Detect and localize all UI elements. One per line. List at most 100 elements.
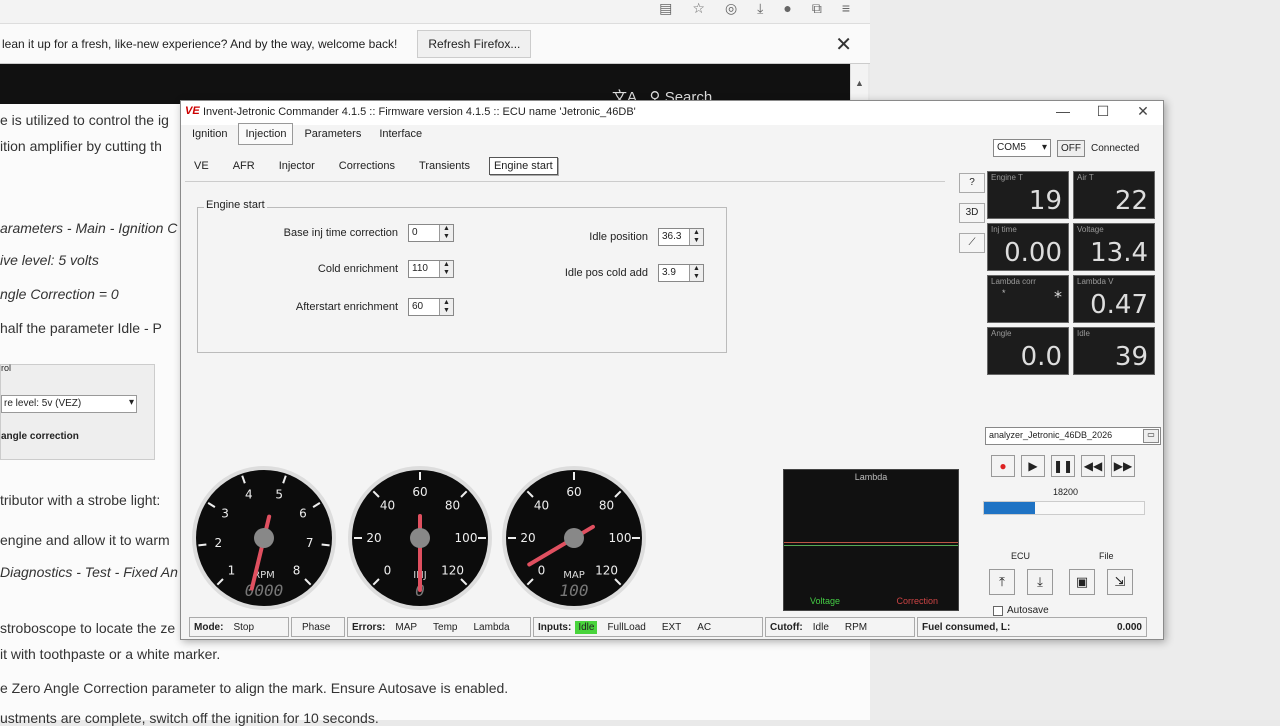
open-file-icon[interactable]: ⇲ <box>1107 569 1133 595</box>
download-icon[interactable]: ⤓ <box>757 0 763 17</box>
field-label: Base inj time correction <box>283 227 398 239</box>
tile-value: 13.4 <box>1090 238 1148 268</box>
spin-up-icon[interactable]: ▲ <box>440 261 453 269</box>
tab-interface[interactable]: Interface <box>372 123 429 145</box>
tab-injection[interactable]: Injection <box>238 123 294 145</box>
gauge-tick-label: 2 <box>214 536 222 550</box>
panel-title: rol <box>1 363 12 373</box>
log-progress-fill <box>984 502 1036 514</box>
log-file-name: analyzer_Jetronic_46DB_2026 <box>989 430 1113 440</box>
article-line: e is utilized to control the ig <box>0 112 169 128</box>
log-progress-bar[interactable] <box>983 501 1145 515</box>
tile-lambda-corr: Lambda corr * * <box>987 275 1069 323</box>
spinner-value[interactable]: 36.3 <box>659 229 689 245</box>
base-inj-time-spinner[interactable]: 0 ▲ ▼ <box>408 224 454 242</box>
log-file-field[interactable]: analyzer_Jetronic_46DB_2026 ▭ <box>985 427 1161 445</box>
spin-up-icon[interactable]: ▲ <box>440 225 453 233</box>
autosave-box[interactable] <box>993 605 1003 616</box>
subtab-transients[interactable]: Transients <box>414 157 475 175</box>
record-icon[interactable]: ● <box>991 455 1015 477</box>
spinner-value[interactable]: 0 <box>409 225 439 241</box>
bookmark-star-icon[interactable]: ☆ <box>692 0 705 17</box>
autosave-checkbox[interactable]: Autosave <box>993 605 1049 616</box>
spin-down-icon[interactable]: ▼ <box>440 307 453 315</box>
spin-up-icon[interactable]: ▲ <box>440 299 453 307</box>
article-text-bottom: it with toothpaste or a white marker. e … <box>0 640 870 726</box>
spin-up-icon[interactable]: ▲ <box>690 265 703 273</box>
minimize-icon[interactable]: — <box>1043 103 1083 119</box>
spin-down-icon[interactable]: ▼ <box>690 273 703 281</box>
inputs-section: Inputs: Idle FullLoad EXT AC <box>533 617 763 637</box>
gauge-tick-label: 7 <box>306 536 314 550</box>
com-port-select[interactable]: COM5 <box>993 139 1051 157</box>
tab-parameters[interactable]: Parameters <box>297 123 368 145</box>
maximize-icon[interactable]: ☐ <box>1083 103 1123 120</box>
subtab-corrections[interactable]: Corrections <box>334 157 400 175</box>
spin-down-icon[interactable]: ▼ <box>440 269 453 277</box>
3d-button[interactable]: 3D <box>959 203 985 223</box>
shield-icon[interactable]: ◎ <box>725 0 737 17</box>
cutoff-idle: Idle <box>812 621 829 633</box>
close-icon[interactable]: ✕ <box>835 32 852 57</box>
gauge-digital-readout: 100 <box>560 581 589 600</box>
gauge-digital-readout: 0000 <box>245 581 284 600</box>
gauge-tick-label: 120 <box>441 564 464 578</box>
errors-section: Errors: MAP Temp Lambda <box>347 617 531 637</box>
log-counter: 18200 <box>1053 487 1079 497</box>
file-label: File <box>1099 551 1114 561</box>
subtab-engine-start[interactable]: Engine start <box>488 157 558 175</box>
tile-value: 19 <box>1028 186 1062 216</box>
browser-toolbar: ▤ ☆ ◎ ⤓ ● ⧉ ≡ <box>0 0 870 24</box>
extensions-icon[interactable]: ⧉ <box>812 0 822 17</box>
tile-name: Lambda V <box>1077 277 1114 286</box>
input-idle: Idle <box>575 620 598 634</box>
idle-pos-cold-add-spinner[interactable]: 3.9 ▲ ▼ <box>658 264 704 282</box>
gauge-tick-label: 0 <box>538 564 546 578</box>
spin-down-icon[interactable]: ▼ <box>690 237 703 245</box>
save-file-icon[interactable]: ▣ <box>1069 569 1095 595</box>
gauge-tick-label: 60 <box>412 485 427 499</box>
phase-section: Phase <box>291 617 345 637</box>
chart-icon[interactable]: ⟋ <box>959 233 985 253</box>
panel-label: angle correction <box>1 431 79 442</box>
help-button[interactable]: ? <box>959 173 985 193</box>
window-title: Invent-Jetronic Commander 4.1.5 :: Firmw… <box>203 106 636 118</box>
tab-ignition[interactable]: Ignition <box>185 123 234 145</box>
spin-down-icon[interactable]: ▼ <box>440 233 453 241</box>
menu-icon[interactable]: ≡ <box>842 0 850 17</box>
cold-enrichment-spinner[interactable]: 110 ▲ ▼ <box>408 260 454 278</box>
gauge-tick-label: 1 <box>228 564 236 578</box>
rewind-icon[interactable]: ◀◀ <box>1081 455 1105 477</box>
spinner-value[interactable]: 3.9 <box>659 265 689 281</box>
scroll-up-icon[interactable]: ▲ <box>851 78 868 88</box>
tile-value: 0.00 <box>1004 238 1062 268</box>
fast-forward-icon[interactable]: ▶▶ <box>1111 455 1135 477</box>
spin-up-icon[interactable]: ▲ <box>690 229 703 237</box>
reader-icon[interactable]: ▤ <box>659 0 672 17</box>
cutoff-rpm: RPM <box>844 621 868 633</box>
off-button[interactable]: OFF <box>1057 139 1085 157</box>
play-icon[interactable]: ▶ <box>1021 455 1045 477</box>
spinner-value[interactable]: 60 <box>409 299 439 315</box>
upload-to-ecu-icon[interactable]: ⤒ <box>989 569 1015 595</box>
open-folder-icon[interactable]: ▭ <box>1143 429 1159 443</box>
download-from-ecu-icon[interactable]: ⤓ <box>1027 569 1053 595</box>
refresh-firefox-button[interactable]: Refresh Firefox... <box>417 29 532 58</box>
close-window-icon[interactable]: ✕ <box>1123 103 1163 120</box>
subtab-ve[interactable]: VE <box>189 157 214 175</box>
gauge-dial: 020406080100120MAP100 <box>502 466 646 610</box>
subtab-afr[interactable]: AFR <box>228 157 260 175</box>
tile-idle: Idle 39 <box>1073 327 1155 375</box>
subtab-injector[interactable]: Injector <box>274 157 320 175</box>
gauge-label: MAP <box>563 570 585 581</box>
gauge-tick-label: 5 <box>275 488 283 502</box>
article-line: ustments are complete, switch off the ig… <box>0 710 379 726</box>
idle-pos-cold-add-row: Idle pos cold add 3.9 ▲ ▼ <box>528 264 704 282</box>
gauge-tick <box>321 543 330 547</box>
idle-position-spinner[interactable]: 36.3 ▲ ▼ <box>658 228 704 246</box>
pause-icon[interactable]: ❚❚ <box>1051 455 1075 477</box>
account-icon[interactable]: ● <box>783 0 791 17</box>
spinner-value[interactable]: 110 <box>409 261 439 277</box>
afterstart-enrichment-spinner[interactable]: 60 ▲ ▼ <box>408 298 454 316</box>
gauge-hub <box>564 528 584 548</box>
